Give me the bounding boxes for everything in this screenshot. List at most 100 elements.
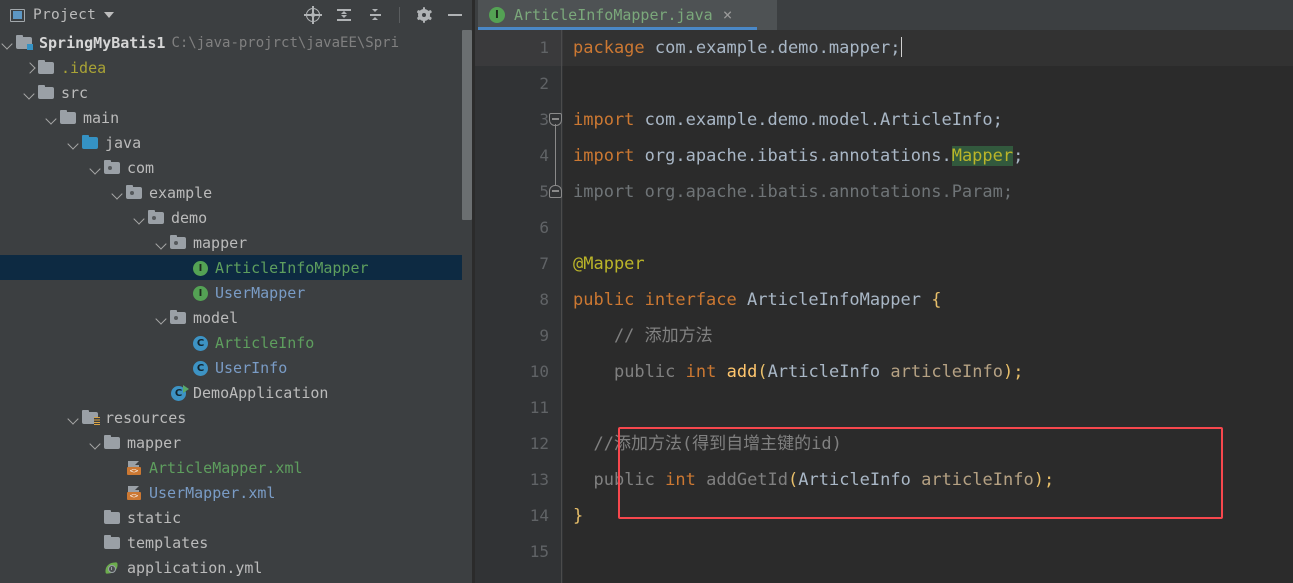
- chevron-down-icon[interactable]: [132, 205, 148, 230]
- text-caret: [900, 37, 903, 57]
- chevron-down-icon[interactable]: [88, 430, 104, 455]
- tree-item[interactable]: mapper: [0, 430, 462, 455]
- fold-connector: [554, 124, 557, 186]
- code-line: package com.example.demo.mapper;: [563, 30, 1293, 66]
- chevron-down-icon[interactable]: [0, 30, 16, 55]
- class-runnable-icon: C: [170, 385, 189, 401]
- settings-gear-icon[interactable]: [415, 6, 433, 24]
- chevron-down-icon[interactable]: [44, 105, 60, 130]
- class-icon: C: [192, 360, 209, 376]
- expand-all-icon[interactable]: [335, 6, 353, 24]
- tree-item[interactable]: demo: [0, 205, 462, 230]
- chevron-down-icon[interactable]: [154, 230, 170, 255]
- line-number: 12: [529, 434, 549, 453]
- tree-item[interactable]: model: [0, 305, 462, 330]
- code-line: }: [563, 498, 1293, 534]
- tree-item[interactable]: templates: [0, 530, 462, 555]
- folder-icon: [60, 109, 77, 125]
- chevron-down-icon[interactable]: [88, 155, 104, 180]
- folder-package-icon: [170, 309, 187, 325]
- hide-panel-icon[interactable]: [446, 6, 464, 24]
- project-tree-scrollbar-thumb[interactable]: [462, 30, 472, 220]
- tree-item[interactable]: static: [0, 505, 462, 530]
- tree-item-label: UserMapper.xml: [149, 483, 276, 502]
- tree-item[interactable]: application.yml: [0, 555, 462, 580]
- project-panel: Project SpringMyBatis1 C:\java-projrct\j…: [0, 0, 472, 583]
- editor-tabbar: I ArticleInfoMapper.java ×: [475, 0, 1293, 30]
- code-token: }: [573, 506, 584, 526]
- collapse-all-icon[interactable]: [366, 6, 384, 24]
- project-panel-icon: [10, 8, 25, 22]
- code-token: {: [931, 290, 942, 310]
- folder-resources-icon: [82, 409, 100, 425]
- project-panel-title-group[interactable]: Project: [0, 7, 115, 23]
- folder-package-icon: [104, 159, 121, 175]
- select-opened-file-icon[interactable]: [304, 6, 322, 24]
- code-token: public: [613, 362, 676, 382]
- code-token: org.apache.ibatis.annotations.: [634, 146, 952, 166]
- spring-yml-icon: [104, 560, 121, 575]
- chevron-down-icon[interactable]: [154, 305, 170, 330]
- tree-item-selected[interactable]: I ArticleInfoMapper: [0, 255, 462, 280]
- tree-item[interactable]: main: [0, 105, 462, 130]
- code-token: com.example.demo.mapper;: [644, 38, 901, 58]
- line-number: 13: [529, 470, 549, 489]
- chevron-down-icon[interactable]: [22, 80, 38, 105]
- tree-item-label: templates: [127, 533, 209, 552]
- tree-item-label: example: [149, 183, 213, 202]
- line-number: 14: [529, 506, 549, 525]
- tree-item[interactable]: mapper: [0, 230, 462, 255]
- tree-item[interactable]: com: [0, 155, 462, 180]
- tree-item[interactable]: resources: [0, 405, 462, 430]
- code-token: package: [573, 38, 645, 58]
- folder-icon: [38, 59, 55, 75]
- tree-item-label: ArticleInfoMapper: [215, 258, 369, 277]
- code-token: Mapper: [951, 146, 1014, 166]
- tree-item-path: C:\java-projrct\javaEE\Spri: [171, 34, 400, 51]
- tree-item[interactable]: C DemoApplication: [0, 380, 462, 405]
- tree-item-label: static: [127, 508, 182, 527]
- line-number: 8: [539, 290, 549, 309]
- folder-package-icon: [170, 234, 187, 250]
- code-token: ArticleInfo: [798, 470, 922, 490]
- tree-item[interactable]: I UserMapper: [0, 280, 462, 305]
- chevron-down-icon[interactable]: [66, 130, 82, 155]
- tree-item[interactable]: C UserInfo: [0, 355, 462, 380]
- code-token: ): [1002, 362, 1014, 382]
- tree-item[interactable]: <> UserMapper.xml: [0, 480, 462, 505]
- editor-tab-articleinfomapper[interactable]: I ArticleInfoMapper.java ×: [478, 0, 777, 30]
- chevron-down-icon[interactable]: [66, 405, 82, 430]
- tree-item-label: UserInfo: [215, 358, 288, 377]
- folder-icon: [104, 534, 121, 550]
- folder-package-icon: [148, 209, 165, 225]
- line-number: 5: [539, 182, 549, 201]
- fold-bot-icon[interactable]: [549, 185, 562, 198]
- tree-item-label: SpringMyBatis1: [39, 33, 166, 52]
- folder-package-icon: [126, 184, 143, 200]
- tree-item[interactable]: SpringMyBatis1 C:\java-projrct\javaEE\Spr…: [0, 30, 462, 55]
- tree-item[interactable]: .idea: [0, 55, 462, 80]
- tree-item[interactable]: example: [0, 180, 462, 205]
- close-icon[interactable]: ×: [723, 7, 733, 23]
- tree-item-label: ArticleMapper.xml: [149, 458, 303, 477]
- tree-item[interactable]: src: [0, 80, 462, 105]
- tree-item[interactable]: java: [0, 130, 462, 155]
- code-token: // 添加方法: [573, 326, 713, 346]
- tree-item[interactable]: <> ArticleMapper.xml: [0, 455, 462, 480]
- chevron-right-icon[interactable]: [22, 55, 38, 80]
- editor-code-area[interactable]: package com.example.demo.mapper; import c…: [549, 30, 1293, 583]
- chevron-down-icon[interactable]: [104, 12, 115, 18]
- code-token: ArticleInfo: [767, 362, 891, 382]
- code-token: import: [573, 146, 635, 166]
- tree-item-label: ArticleInfo: [215, 333, 315, 352]
- tree-item[interactable]: C ArticleInfo: [0, 330, 462, 355]
- chevron-down-icon[interactable]: [110, 180, 126, 205]
